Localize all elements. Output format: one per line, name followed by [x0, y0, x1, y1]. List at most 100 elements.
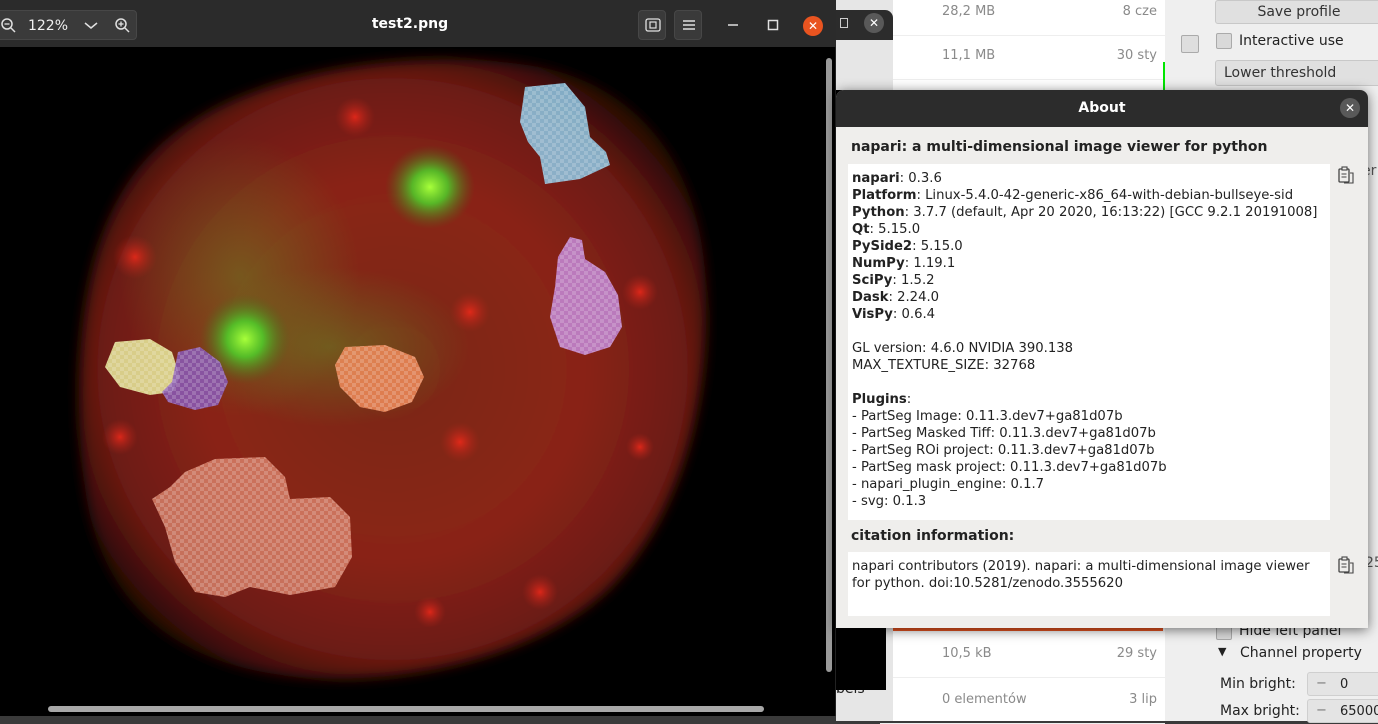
- citation-box[interactable]: napari contributors (2019). napari: a mu…: [848, 552, 1330, 616]
- info-value: : 5.15.0: [912, 239, 963, 254]
- copy-icon[interactable]: [1338, 556, 1354, 574]
- file-date: 30 sty: [1116, 48, 1157, 63]
- red-spot: [450, 292, 490, 332]
- plugins-colon: :: [906, 392, 912, 407]
- info-key: napari: [852, 171, 900, 186]
- max-bright-spinbox[interactable]: − 65000: [1307, 699, 1378, 723]
- file-row[interactable]: 28,2 MB 8 cze: [880, 0, 1165, 36]
- interactive-use-label: Interactive use: [1239, 33, 1344, 49]
- info-value: : Linux-5.4.0-42-generic-x86_64-with-deb…: [916, 188, 1294, 203]
- citation-line: for python. doi:10.5281/zenodo.3555620: [852, 576, 1123, 591]
- about-header: napari: a multi-dimensional image viewer…: [851, 139, 1268, 155]
- image-canvas[interactable]: [0, 47, 826, 706]
- plugins-label: Plugins: [852, 392, 907, 407]
- file-row[interactable]: 10,5 kB 29 sty: [880, 632, 1165, 678]
- zoom-controls: 122%: [0, 10, 137, 40]
- image-viewer-window: 122% test2.png ✕: [0, 0, 836, 716]
- maximize-icon[interactable]: [840, 18, 848, 28]
- info-key: VisPy: [852, 307, 893, 322]
- decrement-icon[interactable]: −: [1316, 676, 1327, 691]
- max-bright-label: Max bright:: [1220, 703, 1300, 719]
- plugin-item: - PartSeg ROi project: 0.11.3.dev7+ga81d…: [852, 443, 1155, 458]
- maximize-icon[interactable]: [767, 19, 779, 31]
- info-value: : 3.7.7 (default, Apr 20 2020, 16:13:22)…: [904, 205, 1318, 220]
- red-spot: [622, 274, 658, 310]
- info-key: Platform: [852, 188, 917, 203]
- citation-heading: citation information:: [851, 528, 1015, 544]
- info-key: PySide2: [852, 239, 913, 254]
- plugins-heading: Plugins:: [852, 391, 1326, 408]
- chevron-down-icon[interactable]: ▼: [1218, 645, 1226, 658]
- channel-property-label: Channel property: [1240, 645, 1362, 661]
- file-size: 11,1 MB: [942, 48, 996, 63]
- save-profile-button[interactable]: Save profile: [1215, 0, 1378, 24]
- min-bright-spinbox[interactable]: − 0: [1307, 672, 1378, 696]
- plugin-item: - PartSeg Masked Tiff: 0.11.3.dev7+ga81d…: [852, 426, 1156, 441]
- info-value: : 0.6.4: [892, 307, 936, 322]
- plugin-item: - svg: 0.1.3: [852, 494, 927, 509]
- dialog-title: About: [1078, 100, 1126, 116]
- about-titlebar: About ✕: [836, 90, 1368, 127]
- info-line: Qt: 5.15.0: [852, 221, 1326, 238]
- hamburger-icon: [683, 20, 695, 30]
- window-title: test2.png: [371, 16, 449, 32]
- info-line: Python: 3.7.7 (default, Apr 20 2020, 16:…: [852, 204, 1326, 221]
- about-dialog: About ✕ napari: a multi-dimensional imag…: [836, 90, 1368, 628]
- plugin-item: - PartSeg Image: 0.11.3.dev7+ga81d07b: [852, 409, 1123, 424]
- info-key: Python: [852, 205, 905, 220]
- copy-icon[interactable]: [1338, 166, 1354, 184]
- interactive-use-checkbox[interactable]: [1216, 33, 1232, 49]
- file-date: 3 lip: [1129, 692, 1157, 707]
- vertical-scrollbar[interactable]: [826, 58, 832, 672]
- small-toggle[interactable]: [1181, 35, 1199, 53]
- info-value: : 0.3.6: [899, 171, 942, 186]
- close-icon[interactable]: ✕: [803, 16, 823, 36]
- file-date: 29 sty: [1116, 646, 1157, 661]
- minimize-icon[interactable]: [727, 23, 739, 27]
- min-bright-label: Min bright:: [1220, 676, 1296, 692]
- close-icon[interactable]: ✕: [864, 13, 884, 33]
- red-spot: [414, 596, 446, 628]
- background-window-titlebar: ✕: [836, 10, 893, 40]
- info-line: Platform: Linux-5.4.0-42-generic-x86_64-…: [852, 187, 1326, 204]
- info-value: : 2.24.0: [888, 290, 940, 305]
- red-spot: [102, 419, 138, 455]
- red-spot: [626, 433, 654, 461]
- info-key: Qt: [852, 222, 870, 237]
- file-row[interactable]: 0 elementów 3 lip: [880, 678, 1165, 724]
- fit-window-icon: [645, 18, 661, 32]
- red-spot: [522, 574, 558, 610]
- info-line: NumPy: 1.19.1: [852, 255, 1326, 272]
- info-line: napari: 0.3.6: [852, 170, 1326, 187]
- info-key: SciPy: [852, 273, 893, 288]
- file-row[interactable]: 11,1 MB 30 sty: [880, 34, 1165, 80]
- info-key: Dask: [852, 290, 889, 305]
- zoom-in-icon[interactable]: [115, 18, 131, 34]
- horizontal-scrollbar[interactable]: [48, 706, 764, 712]
- citation-line: napari contributors (2019). napari: a mu…: [852, 559, 1310, 574]
- menu-button[interactable]: [674, 10, 702, 40]
- file-size: 28,2 MB: [942, 4, 996, 19]
- zoom-level[interactable]: 122%: [19, 11, 77, 41]
- info-key: NumPy: [852, 256, 905, 271]
- info-value: : 5.15.0: [869, 222, 921, 237]
- max-texture-size: MAX_TEXTURE_SIZE: 32768: [852, 358, 1036, 373]
- zoom-out-icon[interactable]: [1, 18, 17, 34]
- info-line: Dask: 2.24.0: [852, 289, 1326, 306]
- plugin-item: - napari_plugin_engine: 0.1.7: [852, 477, 1045, 492]
- viewer-titlebar: 122% test2.png ✕: [0, 0, 836, 47]
- threshold-select[interactable]: Lower threshold: [1215, 60, 1378, 86]
- decrement-icon[interactable]: −: [1316, 703, 1327, 718]
- red-spot: [335, 97, 375, 137]
- info-line: PySide2: 5.15.0: [852, 238, 1326, 255]
- gl-version: GL version: 4.6.0 NVIDIA 390.138: [852, 341, 1074, 356]
- plugin-item: - PartSeg mask project: 0.11.3.dev7+ga81…: [852, 460, 1167, 475]
- file-size: 10,5 kB: [942, 646, 992, 661]
- chevron-down-icon[interactable]: [83, 21, 99, 31]
- max-bright-value: 65000: [1340, 704, 1378, 719]
- info-value: : 1.5.2: [892, 273, 935, 288]
- file-size: 0 elementów: [942, 692, 1027, 707]
- version-info-box[interactable]: napari: 0.3.6 Platform: Linux-5.4.0-42-g…: [848, 164, 1330, 520]
- close-icon[interactable]: ✕: [1340, 98, 1360, 118]
- fit-button[interactable]: [638, 10, 666, 40]
